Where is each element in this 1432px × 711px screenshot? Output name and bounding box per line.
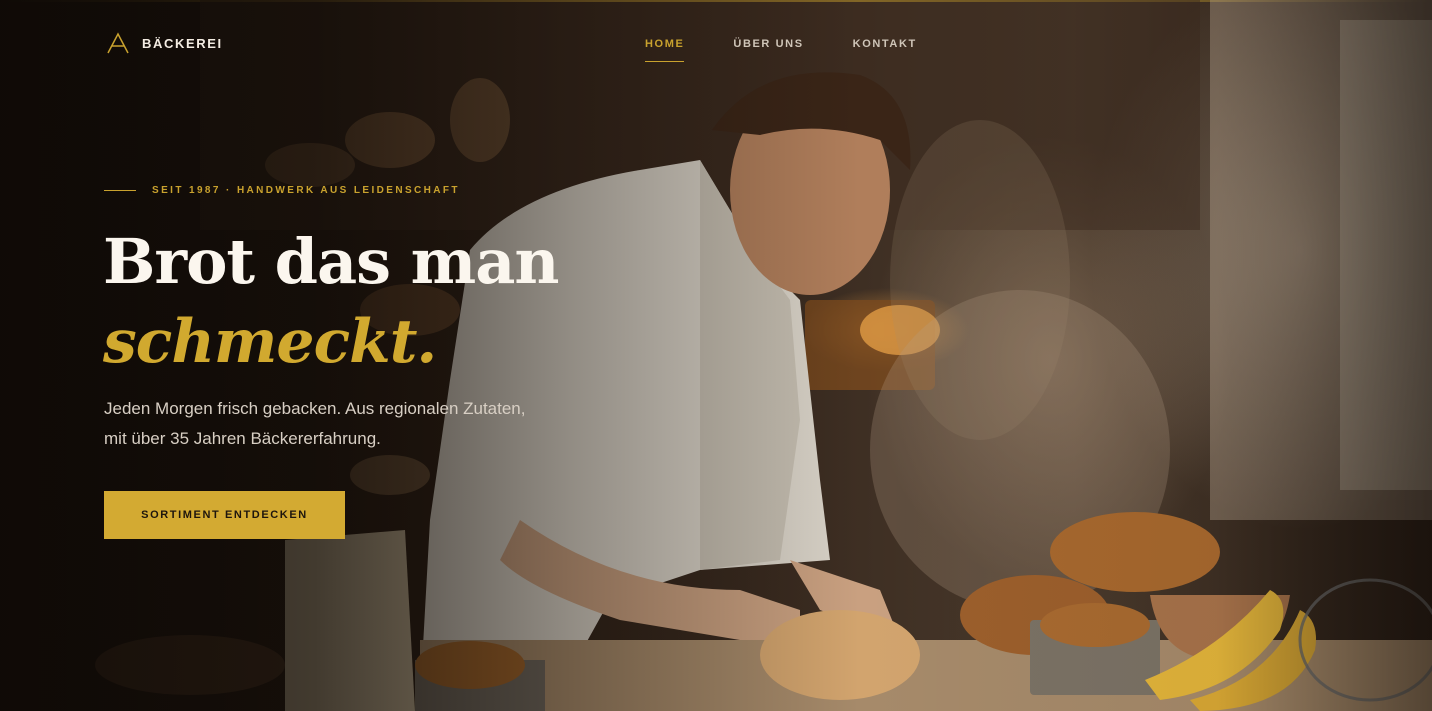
nav-item-contact[interactable]: KONTAKT [853,38,917,62]
hero-title-accent: schmeckt. [103,307,437,377]
logo-a-icon [107,32,129,54]
eyebrow-divider [104,190,136,191]
nav-item-about[interactable]: ÜBER UNS [733,38,803,62]
eyebrow-text: SEIT 1987 · HANDWERK AUS LEIDENSCHAFT [152,185,460,196]
hero-eyebrow: SEIT 1987 · HANDWERK AUS LEIDENSCHAFT [104,185,460,196]
cta-button[interactable]: SORTIMENT ENTDECKEN [104,491,345,539]
nav-item-home[interactable]: HOME [645,38,685,62]
main-navigation: HOME ÜBER UNS KONTAKT [645,38,917,62]
brand-name: BÄCKEREI [142,35,223,51]
hero-lead-text: Jeden Morgen frisch gebacken. Aus region… [104,399,526,448]
hero-title: Brot das man [103,225,560,298]
hero-section: BÄCKEREI HOME ÜBER UNS KONTAKT SEIT 1987… [0,0,1432,711]
brand-logo[interactable]: BÄCKEREI [106,32,223,54]
